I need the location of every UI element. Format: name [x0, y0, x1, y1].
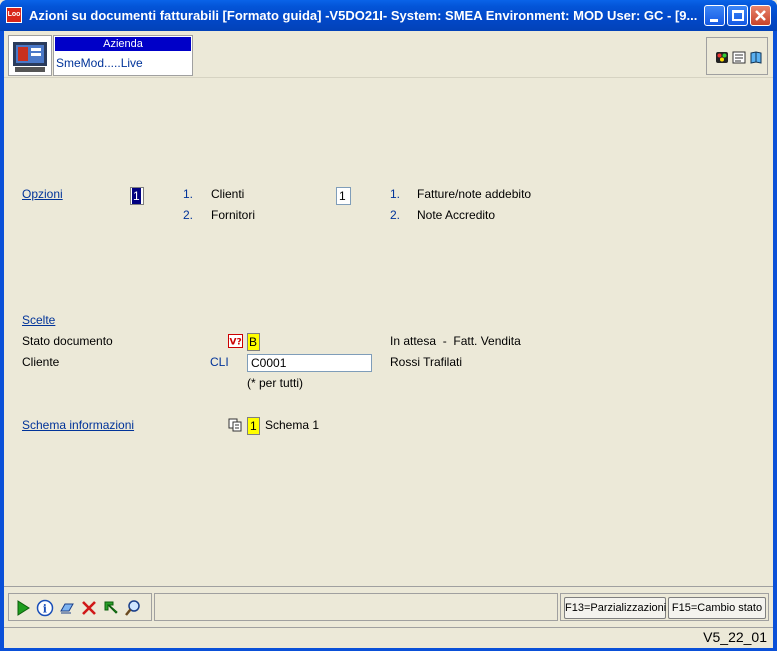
option-2-number: 2. — [183, 208, 194, 222]
title-bar[interactable]: Loo Azioni su documenti fatturabili [For… — [0, 0, 777, 31]
bottom-bar: i F13=Parzializzazioni F15=Cambio stato — [4, 586, 773, 626]
opzioni-link[interactable]: Opzioni — [22, 187, 63, 201]
schema-input[interactable]: 1 — [247, 417, 260, 435]
action-toolbar: i — [8, 593, 152, 621]
cliente-desc: Rossi Trafilati — [390, 355, 463, 369]
client-area: Azienda SmeMod.....Live Opzioni 1 1. Cli… — [4, 31, 773, 648]
header-band: Azienda SmeMod.....Live — [4, 31, 773, 78]
toolbar-icons — [706, 37, 768, 75]
azienda-label: Azienda — [55, 37, 191, 51]
schema-desc: Schema 1 — [265, 418, 320, 432]
app-icon[interactable]: Loo — [6, 7, 22, 23]
close-icon — [755, 10, 766, 21]
option-1-number: 1. — [183, 187, 194, 201]
azienda-value: SmeMod.....Live — [56, 56, 143, 70]
status-bar: V5_22_01 — [4, 627, 773, 648]
f15-cambio-stato-button[interactable]: F15=Cambio stato — [668, 597, 766, 619]
minimize-icon — [710, 19, 718, 22]
book-icon[interactable] — [749, 51, 763, 64]
function-keys: F13=Parzializzazioni F15=Cambio stato — [560, 593, 769, 621]
logo-icon — [13, 42, 47, 72]
option-fornitori: Fornitori — [211, 208, 256, 222]
back-arrow-icon[interactable] — [102, 599, 120, 617]
scelte-link[interactable]: Scelte — [22, 313, 55, 327]
cliente-label: Cliente — [22, 355, 60, 369]
close-button[interactable] — [750, 5, 771, 26]
doc-option-2-number: 2. — [390, 208, 401, 222]
azienda-box: Azienda SmeMod.....Live — [53, 35, 193, 76]
option-note-accredito: Note Accredito — [417, 208, 496, 222]
cliente-input[interactable]: C0001 — [247, 354, 372, 372]
stato-documento-label: Stato documento — [22, 334, 113, 348]
copy-schema-icon[interactable] — [228, 418, 243, 432]
svg-text:i: i — [43, 603, 47, 616]
info-icon[interactable]: i — [36, 599, 54, 617]
maximize-button[interactable] — [727, 5, 748, 26]
play-icon[interactable] — [14, 599, 32, 617]
maximize-icon — [732, 10, 744, 21]
svg-text:V?: V? — [230, 338, 242, 348]
cliente-code-prefix: CLI — [210, 355, 229, 369]
stato-documento-input[interactable]: B — [247, 333, 260, 351]
application-window: Loo Azioni su documenti fatturabili [For… — [0, 0, 777, 651]
message-area — [154, 593, 558, 621]
option-clienti: Clienti — [211, 187, 245, 201]
stato-documento-desc: In attesa - Fatt. Vendita — [390, 334, 521, 348]
cancel-icon[interactable] — [80, 599, 98, 617]
option-fatture: Fatture/note addebito — [417, 187, 532, 201]
value-help-icon[interactable]: V? — [228, 334, 243, 348]
eraser-icon[interactable] — [58, 599, 76, 617]
opzioni-input[interactable]: 1 — [130, 187, 144, 205]
window-title: Azioni su documenti fatturabili [Formato… — [29, 8, 698, 23]
doc-option-1-number: 1. — [390, 187, 401, 201]
f13-parzializzazioni-button[interactable]: F13=Parzializzazioni — [564, 597, 666, 619]
company-logo — [8, 35, 52, 76]
search-icon[interactable] — [124, 599, 142, 617]
notes-icon[interactable] — [732, 51, 746, 64]
version-label: V5_22_01 — [703, 629, 767, 645]
tipo-documento-input[interactable]: 1 — [336, 187, 351, 205]
cliente-hint: (* per tutti) — [247, 376, 304, 390]
schema-informazioni-link[interactable]: Schema informazioni — [22, 418, 134, 432]
minimize-button[interactable] — [704, 5, 725, 26]
color-palette-icon[interactable] — [715, 51, 729, 64]
